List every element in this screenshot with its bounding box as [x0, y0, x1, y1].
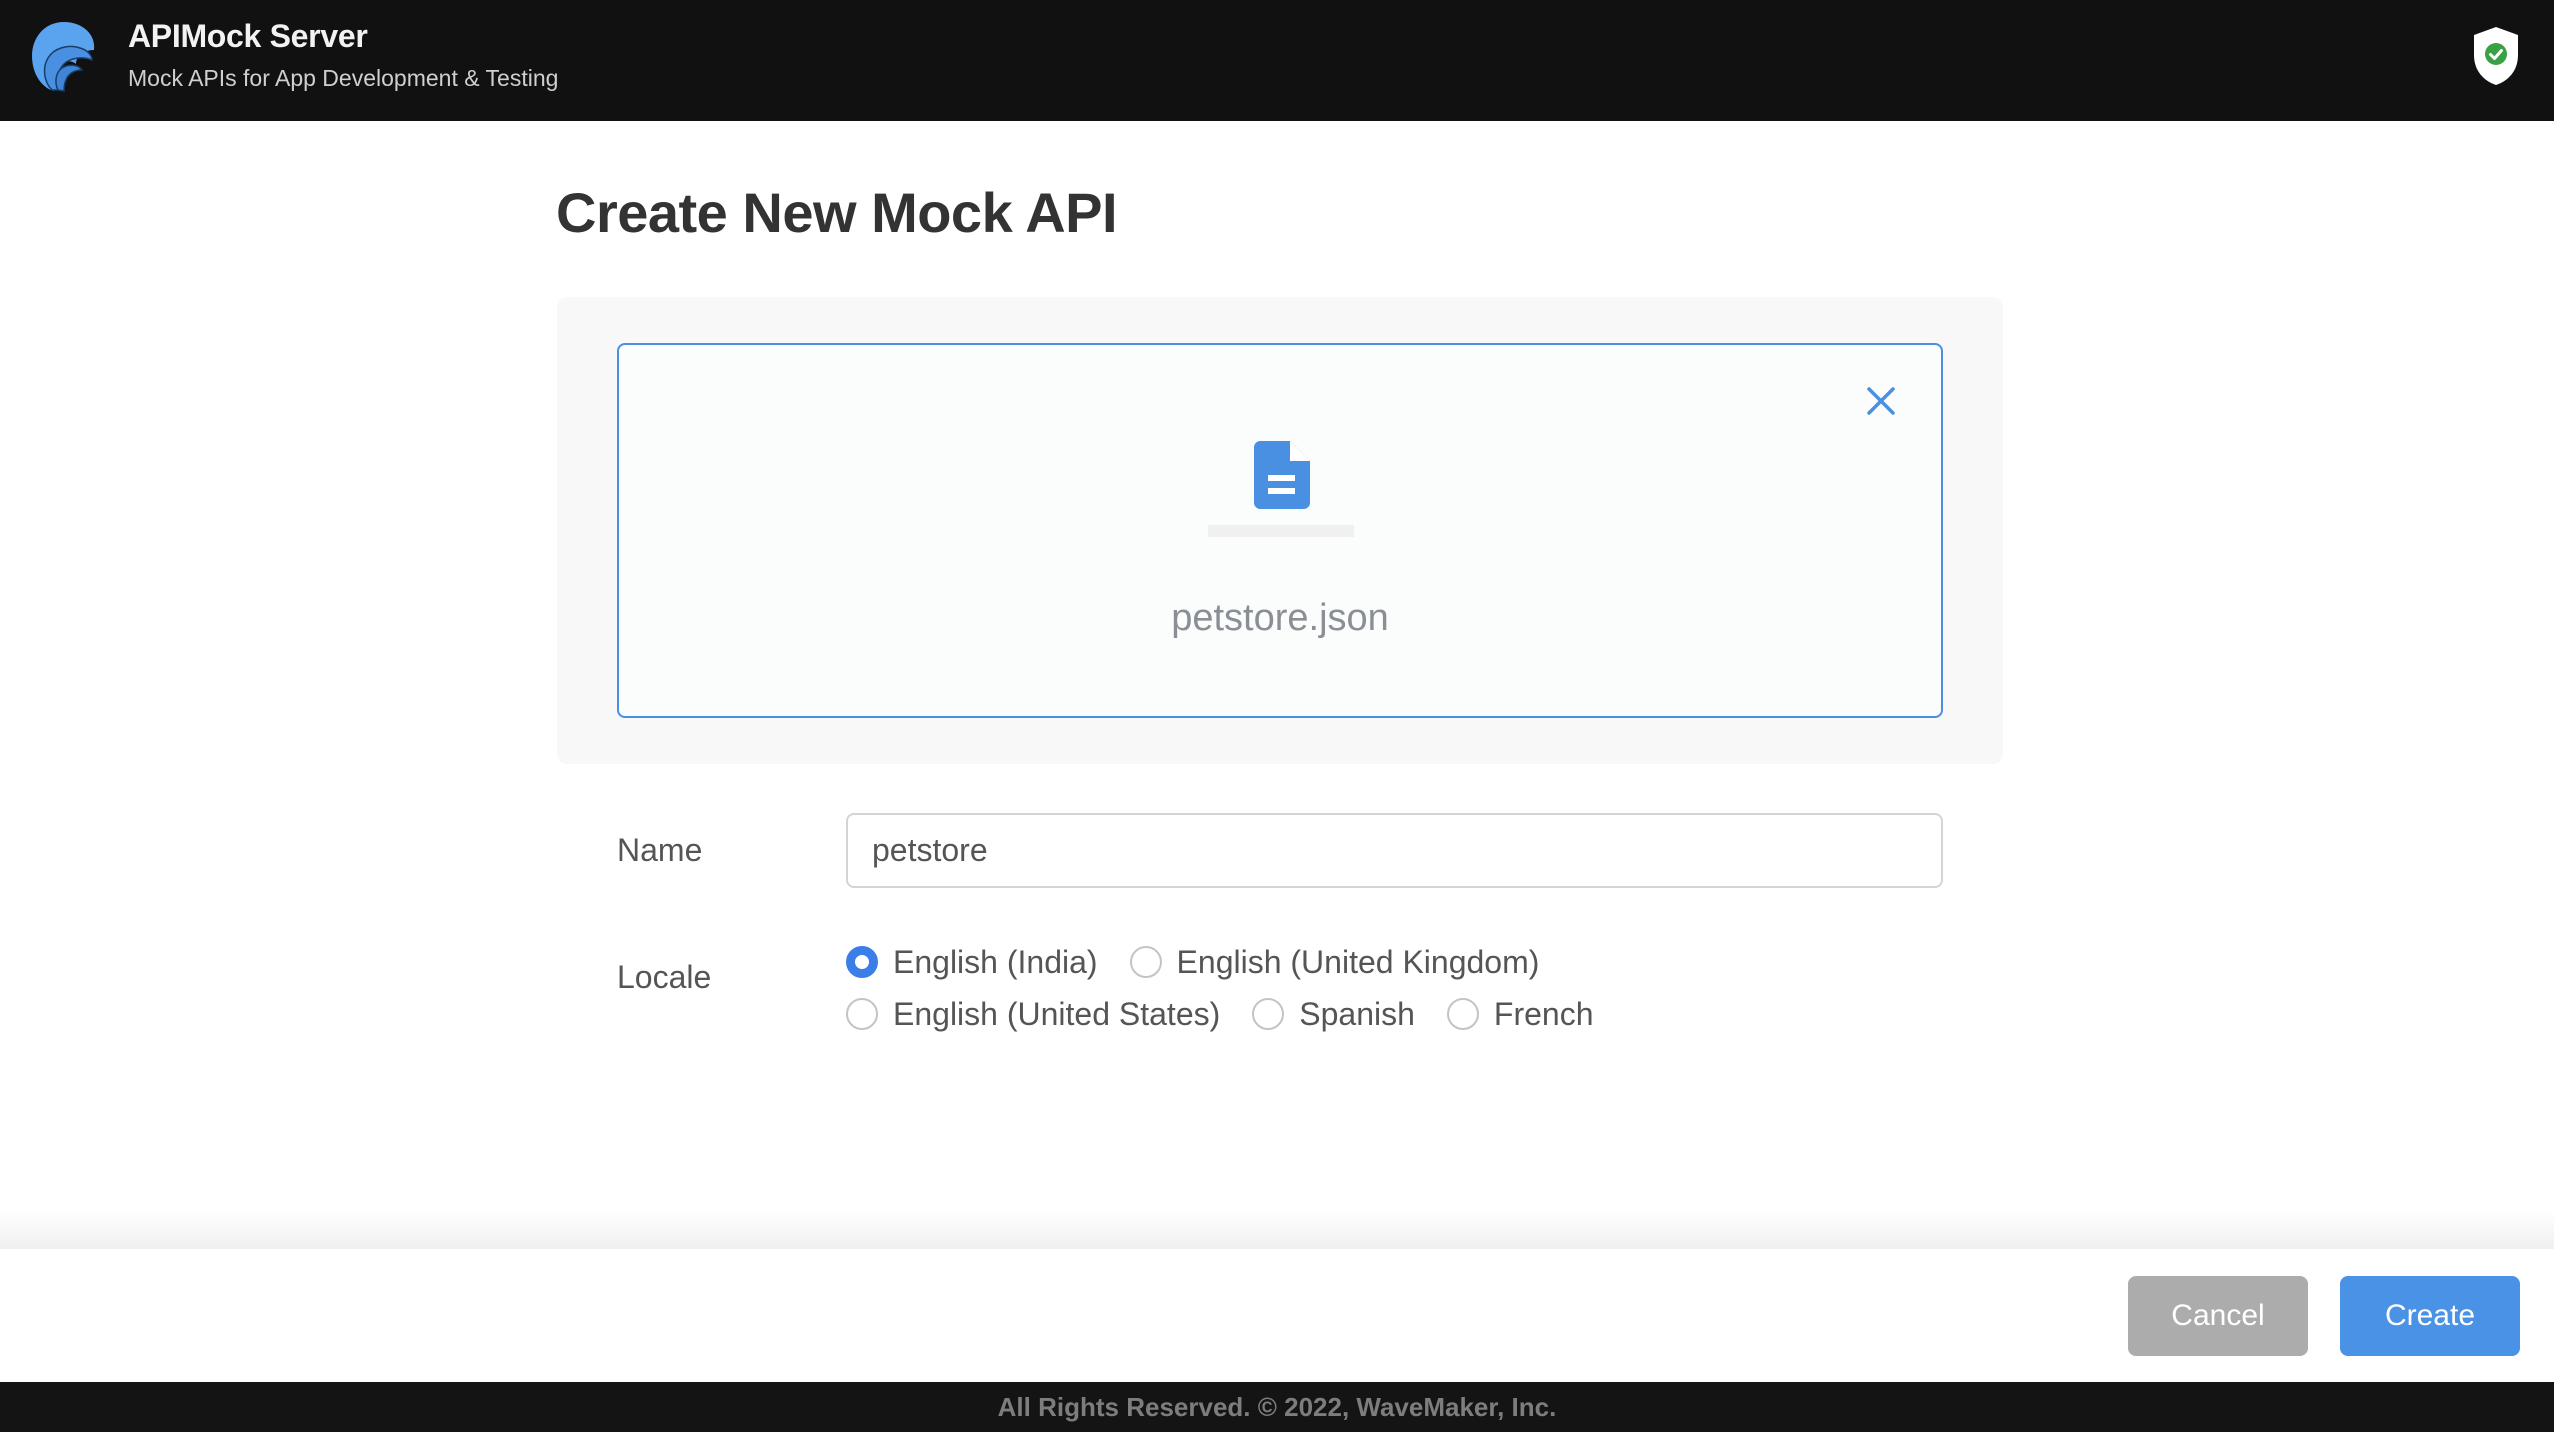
locale-option-spanish[interactable]: Spanish [1252, 996, 1415, 1033]
locale-option-english-india[interactable]: English (India) [846, 944, 1098, 981]
upload-progress-fill [1208, 525, 1354, 537]
page-title: Create New Mock API [556, 181, 1118, 244]
copyright-text: All Rights Reserved. © 2022, WaveMaker, … [997, 1392, 1557, 1422]
locale-label: Locale [617, 959, 712, 995]
radio-label: English (United States) [893, 995, 1221, 1032]
footer: All Rights Reserved. © 2022, WaveMaker, … [0, 1382, 2554, 1432]
shield-check-icon[interactable] [2470, 25, 2522, 87]
create-button[interactable]: Create [2340, 1276, 2520, 1356]
locale-row: English (India) English (United Kingdom) [846, 944, 2046, 980]
app-header: APIMock Server Mock APIs for App Develop… [0, 0, 2554, 121]
name-label: Name [617, 832, 703, 868]
remove-file-button[interactable] [1861, 381, 1901, 421]
upload-panel: petstore.json [557, 297, 2003, 764]
action-bar: Cancel Create [0, 1249, 2554, 1382]
radio-button[interactable] [1129, 946, 1162, 978]
locale-option-english-uk[interactable]: English (United Kingdom) [1129, 943, 1540, 981]
radio-button[interactable] [846, 998, 878, 1030]
locale-row: English (United States) Spanish French [846, 996, 2046, 1032]
locale-radio-group: English (India) English (United Kingdom)… [846, 944, 2046, 1048]
cancel-button[interactable]: Cancel [2128, 1276, 2308, 1356]
radio-button[interactable] [1446, 998, 1479, 1030]
app-title: APIMock Server [128, 18, 368, 54]
locale-option-french[interactable]: French [1446, 995, 1594, 1033]
uploaded-file-name: petstore.json [1171, 597, 1389, 639]
locale-option-english-us[interactable]: English (United States) [846, 996, 1220, 1033]
file-dropzone[interactable]: petstore.json [617, 343, 1943, 718]
document-icon [1254, 441, 1310, 509]
radio-button[interactable] [1252, 998, 1285, 1030]
radio-label: Spanish [1299, 995, 1415, 1032]
radio-label: English (India) [893, 943, 1098, 980]
radio-label: English (United Kingdom) [1176, 943, 1540, 980]
radio-label: French [1493, 995, 1594, 1032]
name-input[interactable] [846, 813, 1943, 888]
wave-logo-icon [32, 22, 95, 92]
radio-button-checked[interactable] [846, 946, 878, 978]
app-root: APIMock Server Mock APIs for App Develop… [0, 0, 2554, 1432]
action-bar-shadow [0, 1210, 2554, 1249]
upload-progress-bar [1208, 525, 1354, 537]
app-subtitle: Mock APIs for App Development & Testing [128, 65, 559, 91]
close-icon [1867, 387, 1895, 415]
